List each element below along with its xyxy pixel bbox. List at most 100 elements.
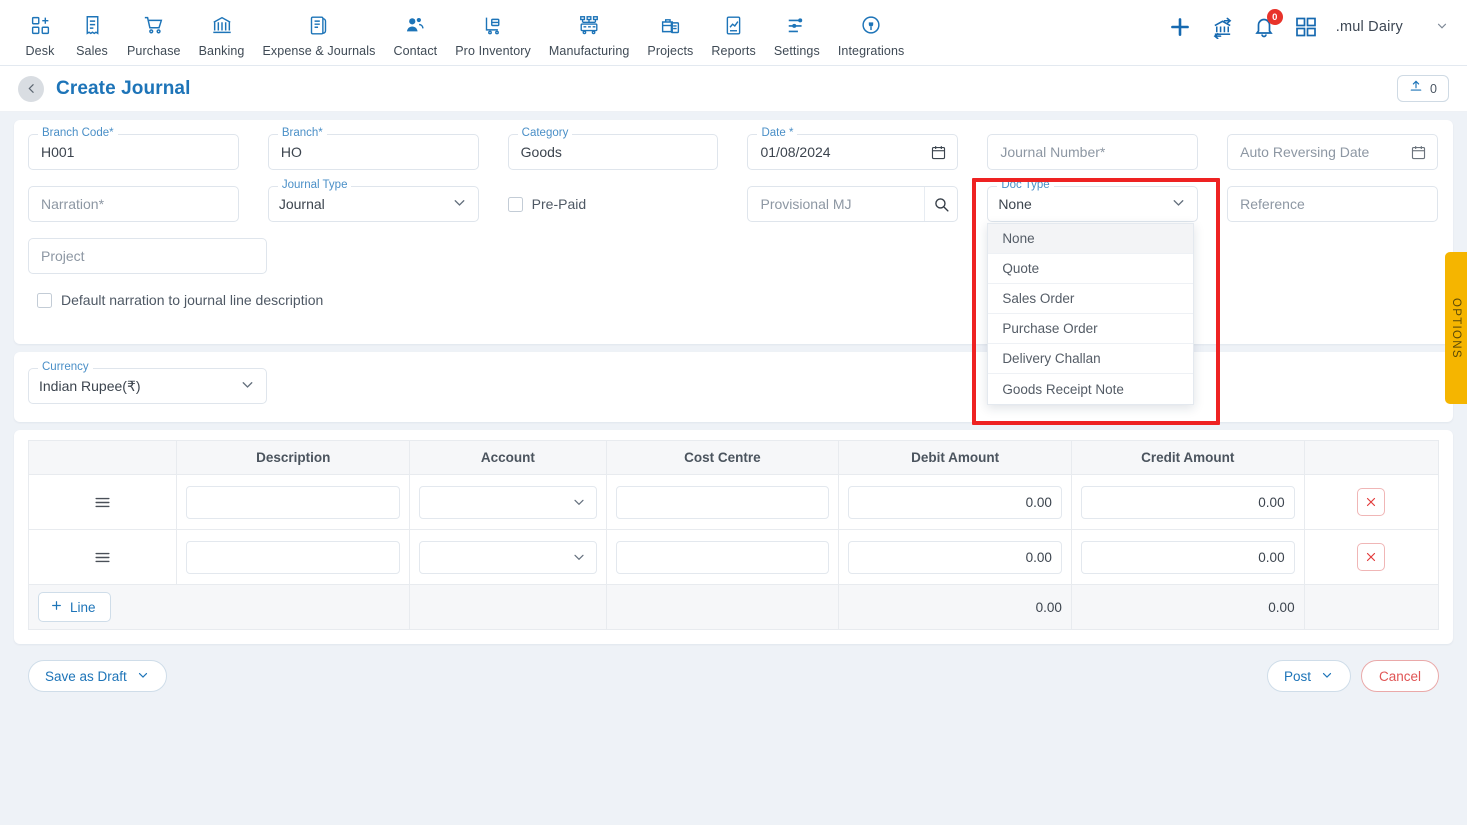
line-debit-input[interactable] — [848, 485, 1062, 519]
default-narration-checkbox[interactable] — [37, 292, 52, 308]
nav-item-purchase[interactable]: Purchase — [118, 8, 190, 58]
doc-type-option-delivery-challan[interactable]: Delivery Challan — [988, 344, 1194, 374]
currency-cell: Currency Indian Rupee(₹) — [28, 361, 267, 404]
journal-number-field[interactable] — [987, 134, 1199, 170]
doc-type-option-purchase-order[interactable]: Purchase Order — [988, 314, 1194, 344]
nav-item-reports[interactable]: Reports — [702, 8, 764, 58]
line-credit-input[interactable] — [1080, 485, 1295, 519]
grid-apps-icon[interactable] — [1294, 15, 1318, 39]
branch-code-input[interactable] — [39, 143, 228, 161]
pre-paid-checkbox-row[interactable]: Pre-Paid — [507, 186, 719, 222]
category-field[interactable]: Category — [507, 127, 719, 170]
nav-item-contact[interactable]: Contact — [384, 8, 446, 58]
nav-item-manufacturing[interactable]: Manufacturing — [540, 8, 639, 58]
line-debit-input[interactable] — [848, 540, 1062, 574]
calendar-icon[interactable] — [930, 144, 947, 161]
chevron-down-icon[interactable] — [1320, 668, 1334, 685]
doc-type-dropdown-menu[interactable]: None Quote Sales Order Purchase Order De… — [987, 223, 1195, 405]
narration-field[interactable] — [28, 186, 239, 222]
totals-spacer-cost-centre — [605, 584, 840, 630]
people-icon — [404, 10, 426, 40]
nav-item-integrations[interactable]: Integrations — [829, 8, 914, 58]
post-button[interactable]: Post — [1266, 660, 1351, 692]
journal-number-input[interactable] — [998, 143, 1188, 161]
auto-reversing-date-input[interactable] — [1238, 143, 1404, 161]
table-row — [27, 529, 1440, 585]
doc-type-option-sales-order[interactable]: Sales Order — [988, 284, 1194, 314]
reference-input[interactable] — [1238, 195, 1427, 213]
journal-type-field[interactable]: Journal Type Journal — [267, 179, 479, 222]
back-button[interactable] — [18, 75, 44, 102]
nav-item-expense-journals[interactable]: Expense & Journals — [253, 8, 384, 58]
chevron-down-icon[interactable] — [1435, 19, 1449, 36]
currency-label: Currency — [38, 361, 93, 373]
plus-icon[interactable] — [1167, 14, 1193, 40]
auto-reversing-date-field[interactable] — [1227, 134, 1438, 170]
chevron-down-icon[interactable] — [239, 376, 256, 396]
form-row-3 — [28, 238, 1439, 274]
branch-input[interactable] — [278, 143, 468, 161]
date-input[interactable] — [758, 143, 925, 161]
save-as-draft-button[interactable]: Save as Draft — [28, 660, 167, 692]
line-cost-centre-input[interactable] — [615, 485, 830, 519]
line-description-input[interactable] — [186, 485, 401, 519]
attachment-upload-button[interactable]: 0 — [1397, 75, 1449, 102]
cancel-label: Cancel — [1378, 668, 1422, 684]
line-account-select[interactable] — [419, 540, 597, 574]
category-input[interactable] — [518, 143, 708, 161]
nav-item-projects[interactable]: Projects — [638, 8, 702, 58]
doc-type-label: Doc Type — [997, 179, 1054, 191]
add-line-button[interactable]: Line — [38, 592, 111, 622]
col-cost-centre: Cost Centre — [605, 440, 840, 475]
currency-field[interactable]: Currency Indian Rupee(₹) — [28, 361, 267, 404]
line-credit-input[interactable] — [1080, 540, 1295, 574]
line-cost-centre-input[interactable] — [615, 540, 830, 574]
chevron-down-icon[interactable] — [451, 194, 468, 214]
drag-handle-icon[interactable] — [38, 493, 167, 512]
journal-lines-card: Description Account Cost Centre Debit Am… — [14, 430, 1453, 644]
nav-item-sales[interactable]: Sales — [66, 8, 118, 58]
branch-field[interactable]: Branch* — [267, 127, 479, 170]
chevron-down-icon[interactable] — [136, 668, 150, 685]
nav-item-settings[interactable]: Settings — [765, 8, 829, 58]
organization-name[interactable]: .mul Dairy — [1336, 19, 1403, 35]
reference-field[interactable] — [1227, 186, 1438, 222]
branch-label: Branch* — [277, 127, 327, 139]
chevron-down-icon[interactable] — [1170, 194, 1187, 214]
default-narration-checkbox-row[interactable]: Default narration to journal line descri… — [28, 282, 323, 318]
doc-type-option-goods-receipt-note[interactable]: Goods Receipt Note — [988, 374, 1193, 404]
nav-label: Reports — [711, 44, 756, 58]
drag-handle-icon[interactable] — [38, 548, 167, 567]
cancel-button[interactable]: Cancel — [1361, 660, 1439, 692]
nav-item-desk[interactable]: Desk — [14, 8, 66, 58]
delete-line-button[interactable] — [1357, 543, 1386, 571]
search-icon[interactable] — [923, 187, 957, 221]
project-field[interactable] — [28, 238, 267, 274]
cell-account — [409, 529, 607, 585]
pre-paid-checkbox[interactable] — [507, 196, 523, 212]
doc-type-option-quote[interactable]: Quote — [988, 254, 1194, 284]
provisional-mj-field[interactable] — [747, 186, 959, 222]
report-chart-icon — [723, 10, 744, 40]
options-side-tab[interactable]: OPTIONS — [1445, 252, 1467, 404]
col-account: Account — [409, 440, 607, 475]
save-as-draft-label: Save as Draft — [45, 668, 127, 684]
nav-item-banking[interactable]: Banking — [190, 8, 254, 58]
line-description-input[interactable] — [186, 540, 401, 574]
nav-item-pro-inventory[interactable]: Pro Inventory — [446, 8, 540, 58]
branch-cell: Branch* — [267, 127, 479, 170]
narration-input[interactable] — [39, 195, 228, 213]
line-account-select[interactable] — [419, 485, 597, 519]
doc-type-field[interactable]: Doc Type None — [987, 179, 1199, 222]
bank-transfer-icon[interactable] — [1211, 16, 1234, 39]
branch-code-field[interactable]: Branch Code* — [28, 127, 239, 170]
doc-type-option-none[interactable]: None — [988, 224, 1194, 254]
delete-line-button[interactable] — [1357, 488, 1386, 516]
narration-cell — [28, 186, 239, 222]
provisional-mj-input[interactable] — [758, 195, 924, 213]
col-description: Description — [176, 440, 411, 475]
project-input[interactable] — [39, 247, 256, 265]
calendar-icon[interactable] — [1410, 144, 1427, 161]
date-field[interactable]: Date * — [747, 127, 959, 170]
bell-icon[interactable]: 0 — [1252, 9, 1283, 39]
